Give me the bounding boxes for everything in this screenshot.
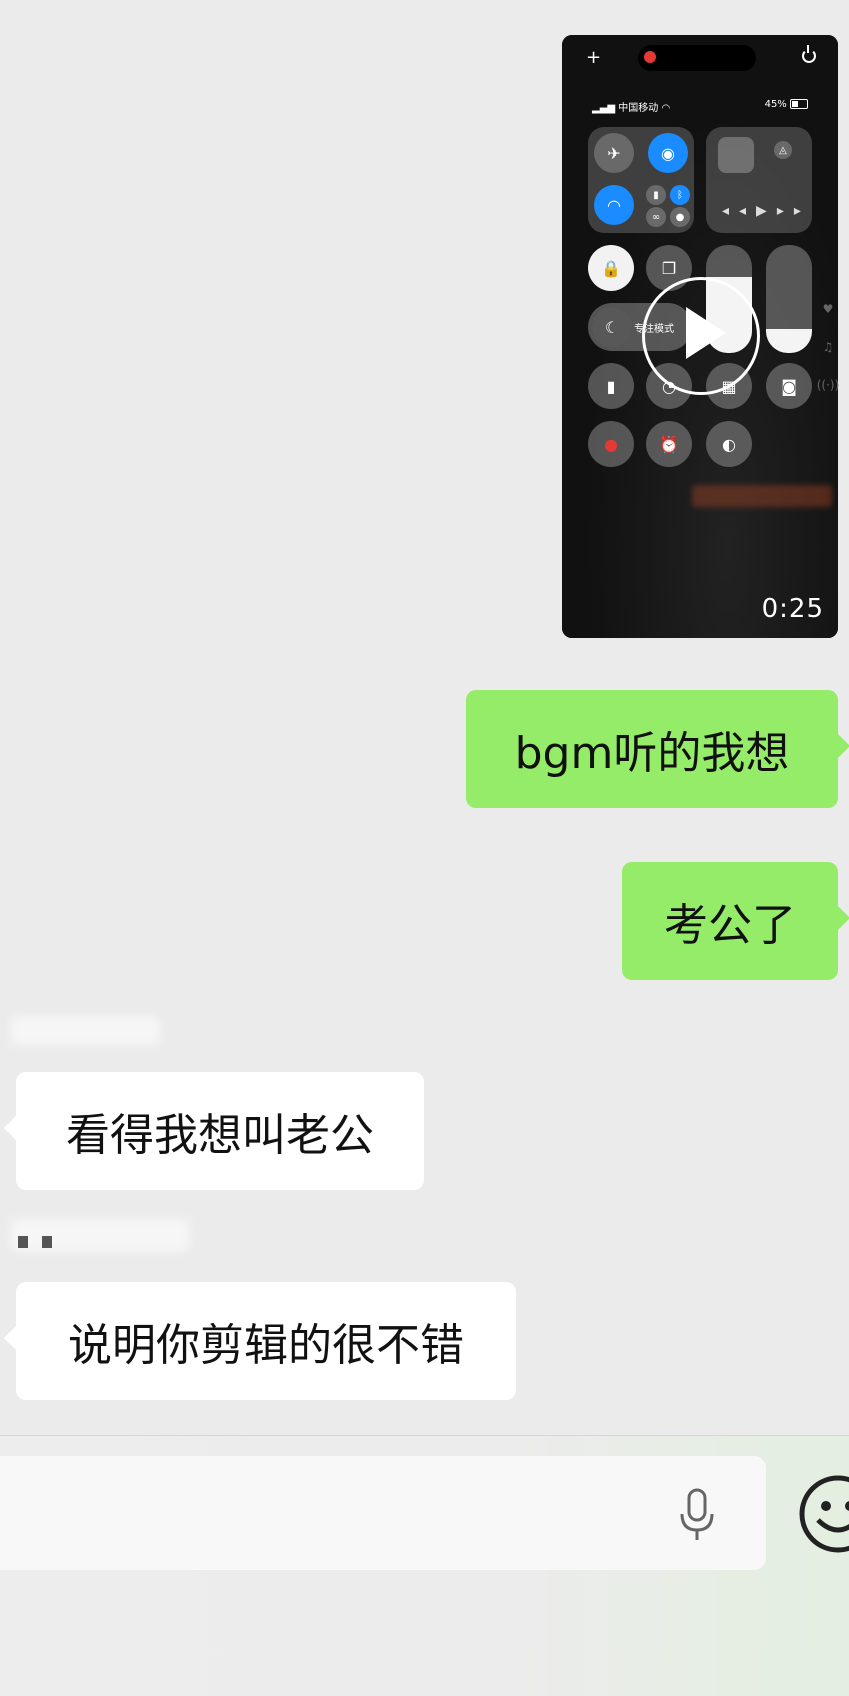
bubble-tail: [838, 734, 849, 758]
wifi-toggle-icon: ◠: [594, 185, 634, 225]
status-bar-left: ▂▄▆ 中国移动 ◠: [592, 99, 670, 114]
power-icon: [802, 45, 816, 63]
moon-icon: ☾: [592, 307, 632, 347]
redaction-mark: [18, 1236, 28, 1248]
message-text: 说明你剪辑的很不错: [68, 1320, 464, 1371]
message-bubble-incoming[interactable]: 看得我想叫老公: [4, 1072, 424, 1190]
alarm-icon: ⏰: [646, 421, 692, 467]
bubble-tail: [838, 906, 849, 930]
airplay-icon: ◬: [774, 141, 792, 159]
media-controls: ◂◂▶▸▸: [722, 203, 811, 219]
cellular-icon: ▮: [646, 185, 666, 205]
battery-icon: [790, 99, 808, 109]
blurred-background: [692, 485, 832, 507]
side-indicators: ♥ ♫ ((·)): [816, 290, 840, 404]
redaction-mark: [42, 1236, 52, 1248]
video-duration: 0:25: [761, 594, 824, 624]
message-bubble-outgoing[interactable]: 考公了: [622, 862, 849, 980]
rotation-lock-icon: 🔒: [588, 245, 634, 291]
message-text: bgm听的我想: [514, 728, 790, 779]
bubble-tail: [4, 1116, 16, 1140]
plus-icon: +: [586, 47, 602, 68]
wifi-icon: ◠: [661, 103, 671, 114]
music-icon: ♫: [822, 340, 834, 354]
emoji-icon[interactable]: [798, 1474, 849, 1554]
album-art: [718, 137, 754, 173]
heart-icon: ♥: [822, 302, 834, 316]
message-bubble-outgoing[interactable]: bgm听的我想: [466, 690, 849, 808]
airplane-icon: ✈: [594, 133, 634, 173]
status-bar-right: 45%: [765, 99, 808, 110]
sender-name-redacted: [10, 1016, 160, 1046]
camera-icon: ◙: [766, 363, 812, 409]
hotspot-icon: ●: [670, 207, 690, 227]
flashlight-icon: ▮: [588, 363, 634, 409]
link-icon: ∞: [646, 207, 666, 227]
recording-dot-icon: [644, 51, 656, 63]
screen-record-icon: ●: [588, 421, 634, 467]
sender-name-redacted: [10, 1218, 190, 1252]
video-message[interactable]: + ▂▄▆ 中国移动 ◠ 45% ✈ ◉ ◠ ▮ ᛒ ∞ ● ◬ ◂◂▶▸▸ 🔒…: [562, 35, 838, 638]
bluetooth-icon: ᛒ: [670, 185, 690, 205]
message-input[interactable]: [0, 1456, 766, 1570]
dark-mode-icon: ◐: [706, 421, 752, 467]
message-text: 考公了: [664, 900, 796, 951]
message-text: 看得我想叫老公: [66, 1110, 374, 1161]
dynamic-island: [638, 45, 756, 71]
microphone-icon[interactable]: [677, 1488, 717, 1544]
volume-slider: [766, 245, 812, 353]
signal-wave-icon: ((·)): [816, 378, 840, 392]
play-icon: [686, 307, 726, 359]
battery-percent: 45%: [764, 99, 787, 110]
bubble-tail: [4, 1326, 16, 1350]
carrier-label: 中国移动: [618, 103, 659, 114]
airdrop-icon: ◉: [648, 133, 688, 173]
message-bubble-incoming[interactable]: 说明你剪辑的很不错: [4, 1282, 516, 1400]
signal-icon: ▂▄▆: [592, 103, 616, 114]
